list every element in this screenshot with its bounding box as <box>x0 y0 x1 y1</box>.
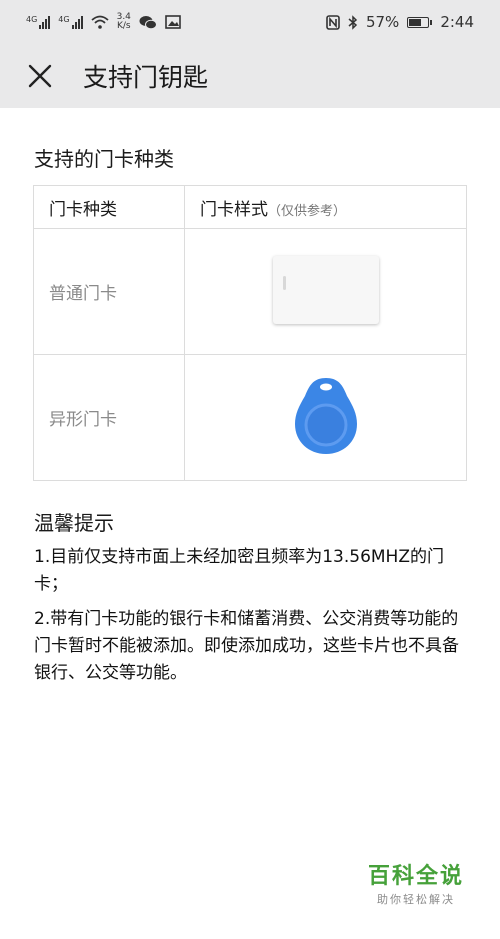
tips-title: 温馨提示 <box>34 511 114 535</box>
wifi-icon <box>91 15 109 29</box>
bluetooth-icon <box>348 14 358 30</box>
status-right: 57% 2:44 <box>326 13 474 31</box>
status-left: 4G 4G 3.4 K/s <box>26 13 181 31</box>
speed-unit: K/s <box>116 21 131 31</box>
card-type-label: 异形门卡 <box>49 410 117 430</box>
wechat-icon <box>139 15 157 29</box>
sim1-label: 4G <box>26 15 38 24</box>
white-card-image <box>272 255 379 324</box>
network-speed: 3.4 K/s <box>117 13 131 31</box>
watermark-logo: 百科全说 助你轻松解决 <box>352 858 480 907</box>
watermark-sub: 助你轻松解决 <box>377 893 455 906</box>
close-button[interactable] <box>0 44 80 108</box>
card-type-cell: 普通门卡 <box>33 228 185 355</box>
supported-cards-title: 支持的门卡种类 <box>34 147 174 171</box>
close-icon <box>28 64 52 88</box>
table-header-row: 门卡种类 门卡样式（仅供参考） <box>33 185 467 229</box>
clock: 2:44 <box>440 13 474 31</box>
nav-bar: 支持门钥匙 <box>0 44 500 108</box>
tip-item: 1.目前仅支持市面上未经加密且频率为13.56MHZ的门卡； <box>34 547 444 594</box>
watermark-main: 百科全说 <box>367 864 464 889</box>
signal-icon: 4G <box>58 15 83 29</box>
header-card-type: 门卡种类 <box>33 185 185 229</box>
blue-keyfob-image <box>294 377 357 454</box>
header-style-note: （仅供参考） <box>268 203 347 219</box>
nfc-icon <box>326 14 340 30</box>
page-title: 支持门钥匙 <box>83 63 209 92</box>
card-type-label: 普通门卡 <box>49 284 117 304</box>
table-row: 异形门卡 <box>33 354 467 481</box>
header-card-style-label: 门卡样式 <box>200 199 268 220</box>
signal-icon: 4G <box>26 15 51 29</box>
header-card-type-label: 门卡种类 <box>49 199 117 220</box>
tip-item: 2.带有门卡功能的银行卡和储蓄消费、公交消费等功能的门卡暂时不能被添加。即使添加… <box>34 609 459 683</box>
sim2-label: 4G <box>58 15 70 24</box>
card-style-cell <box>184 354 467 481</box>
card-type-cell: 异形门卡 <box>33 354 185 481</box>
status-bar: 4G 4G 3.4 K/s 57% 2:44 <box>0 0 500 44</box>
battery-percent: 57% <box>365 13 400 31</box>
image-icon <box>165 15 181 29</box>
battery-icon <box>407 16 433 28</box>
card-types-table: 门卡种类 门卡样式（仅供参考） 普通门卡 异形门卡 <box>33 185 467 481</box>
header-card-style: 门卡样式（仅供参考） <box>184 185 467 229</box>
card-style-cell <box>184 228 467 355</box>
table-row: 普通门卡 <box>33 228 467 355</box>
